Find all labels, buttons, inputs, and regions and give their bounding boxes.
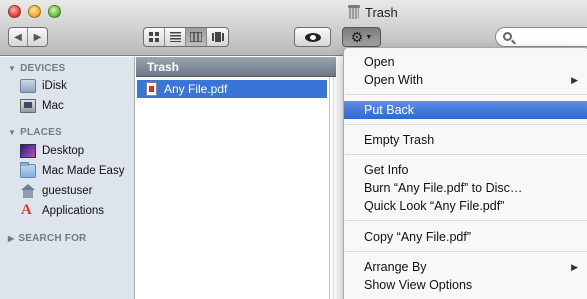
menu-item-label: Quick Look “Any File.pdf”	[364, 199, 505, 213]
sidebar-item-idisk[interactable]: iDisk	[20, 76, 67, 96]
submenu-arrow-icon: ▶	[571, 74, 578, 85]
gear-icon: ⚙	[350, 28, 364, 45]
menu-item-label: Empty Trash	[364, 133, 435, 147]
desktop-icon	[20, 144, 36, 158]
menu-separator	[345, 94, 587, 95]
menu-item-open-with[interactable]: Open With ▶	[344, 71, 587, 89]
disclosure-triangle-icon: ▼	[8, 64, 17, 73]
sidebar-item-label: guestuser	[42, 185, 93, 197]
forward-button[interactable]: ▶	[28, 28, 47, 46]
column-header: Trash	[136, 57, 336, 77]
menu-item-label: Get Info	[364, 163, 409, 177]
sidebar-item-label: Desktop	[42, 145, 85, 157]
sidebar-section-devices[interactable]: ▼ DEVICES	[8, 63, 65, 74]
menu-item-get-info[interactable]: Get Info	[344, 161, 587, 179]
sidebar-item-applications[interactable]: Applications	[20, 201, 104, 221]
column-header-title: Trash	[147, 60, 180, 74]
list-view-button[interactable]	[165, 28, 186, 46]
sidebar-section-label: SEARCH FOR	[18, 233, 87, 244]
sidebar-item-guestuser[interactable]: guestuser	[20, 181, 93, 201]
sidebar-item-label: iDisk	[42, 80, 67, 92]
applications-icon	[20, 202, 36, 219]
menu-item-burn[interactable]: Burn “Any File.pdf” to Disc…	[344, 179, 587, 197]
submenu-arrow-icon: ▶	[571, 261, 578, 272]
sidebar-item-desktop[interactable]: Desktop	[20, 141, 84, 161]
menu-item-quick-look[interactable]: Quick Look “Any File.pdf”	[344, 197, 587, 215]
trash-icon	[348, 5, 360, 19]
right-arrow-icon: ▶	[33, 31, 42, 43]
icon-view-button[interactable]	[144, 28, 165, 46]
icon-view-icon	[148, 32, 159, 42]
menu-item-open[interactable]: Open	[344, 53, 587, 71]
sidebar-item-label: Applications	[42, 205, 105, 217]
menu-item-empty-trash[interactable]: Empty Trash	[344, 131, 587, 149]
disclosure-triangle-icon: ▼	[8, 128, 17, 137]
window-title: Trash	[348, 4, 398, 20]
sidebar: ▼ DEVICES iDisk Mac ▼ PLACES Desktop Mac…	[0, 57, 135, 299]
cover-flow-icon	[211, 32, 224, 42]
menu-item-label: Copy “Any File.pdf”	[364, 230, 471, 244]
eye-icon	[304, 32, 321, 42]
menu-separator	[345, 154, 587, 155]
menu-item-put-back[interactable]: Put Back	[344, 101, 587, 119]
chevron-down-icon: ▼	[365, 33, 373, 41]
sidebar-item-mac[interactable]: Mac	[20, 96, 64, 116]
sidebar-item-label: Mac	[42, 100, 64, 112]
pdf-file-icon	[146, 82, 157, 96]
sidebar-item-label: Mac Made Easy	[42, 165, 125, 177]
sidebar-section-label: DEVICES	[20, 63, 66, 74]
sidebar-section-search-for[interactable]: ▶ SEARCH FOR	[8, 233, 86, 244]
menu-separator	[345, 124, 587, 125]
back-forward-group: ◀ ▶	[8, 27, 48, 47]
action-context-menu: Open Open With ▶ Put Back Empty Trash Ge…	[343, 47, 587, 299]
menu-separator	[345, 251, 587, 252]
file-name: Any File.pdf	[164, 82, 228, 96]
search-icon	[503, 32, 512, 41]
back-button[interactable]: ◀	[9, 28, 28, 46]
home-icon	[20, 184, 36, 198]
computer-icon	[20, 99, 36, 113]
file-item-selected[interactable]: Any File.pdf	[137, 80, 327, 98]
sidebar-item-mac-made-easy[interactable]: Mac Made Easy	[20, 161, 124, 181]
menu-item-label: Burn “Any File.pdf” to Disc…	[364, 181, 523, 195]
sidebar-section-places[interactable]: ▼ PLACES	[8, 127, 62, 138]
search-input[interactable]	[516, 30, 586, 44]
quick-look-button[interactable]	[294, 27, 331, 47]
list-view-icon	[169, 32, 181, 42]
minimize-window-button[interactable]	[28, 5, 41, 18]
folder-icon	[20, 162, 36, 178]
menu-item-show-view-options[interactable]: Show View Options	[344, 276, 587, 294]
menu-item-arrange-by[interactable]: Arrange By ▶	[344, 258, 587, 276]
window-title-text: Trash	[365, 4, 398, 20]
left-arrow-icon: ◀	[14, 31, 22, 43]
action-menu-button[interactable]: ⚙ ▼	[342, 27, 381, 47]
menu-item-label: Open With	[364, 73, 424, 87]
close-window-button[interactable]	[8, 5, 21, 18]
menu-item-label: Put Back	[364, 103, 415, 117]
cover-flow-button[interactable]	[207, 28, 228, 46]
search-field[interactable]	[495, 27, 587, 47]
column-view-icon	[190, 32, 202, 42]
view-mode-group	[143, 27, 229, 47]
disclosure-triangle-right-icon: ▶	[8, 234, 15, 243]
column-view-button[interactable]	[186, 28, 207, 46]
column-divider[interactable]	[329, 77, 330, 299]
menu-item-copy[interactable]: Copy “Any File.pdf”	[344, 228, 587, 246]
menu-item-label: Arrange By	[364, 260, 427, 274]
column-divider-secondary	[333, 77, 334, 299]
idisk-icon	[20, 79, 36, 93]
zoom-window-button[interactable]	[48, 5, 61, 18]
menu-separator	[345, 220, 587, 221]
sidebar-section-label: PLACES	[20, 127, 62, 138]
menu-item-label: Show View Options	[364, 278, 473, 292]
menu-item-label: Open	[364, 55, 395, 69]
